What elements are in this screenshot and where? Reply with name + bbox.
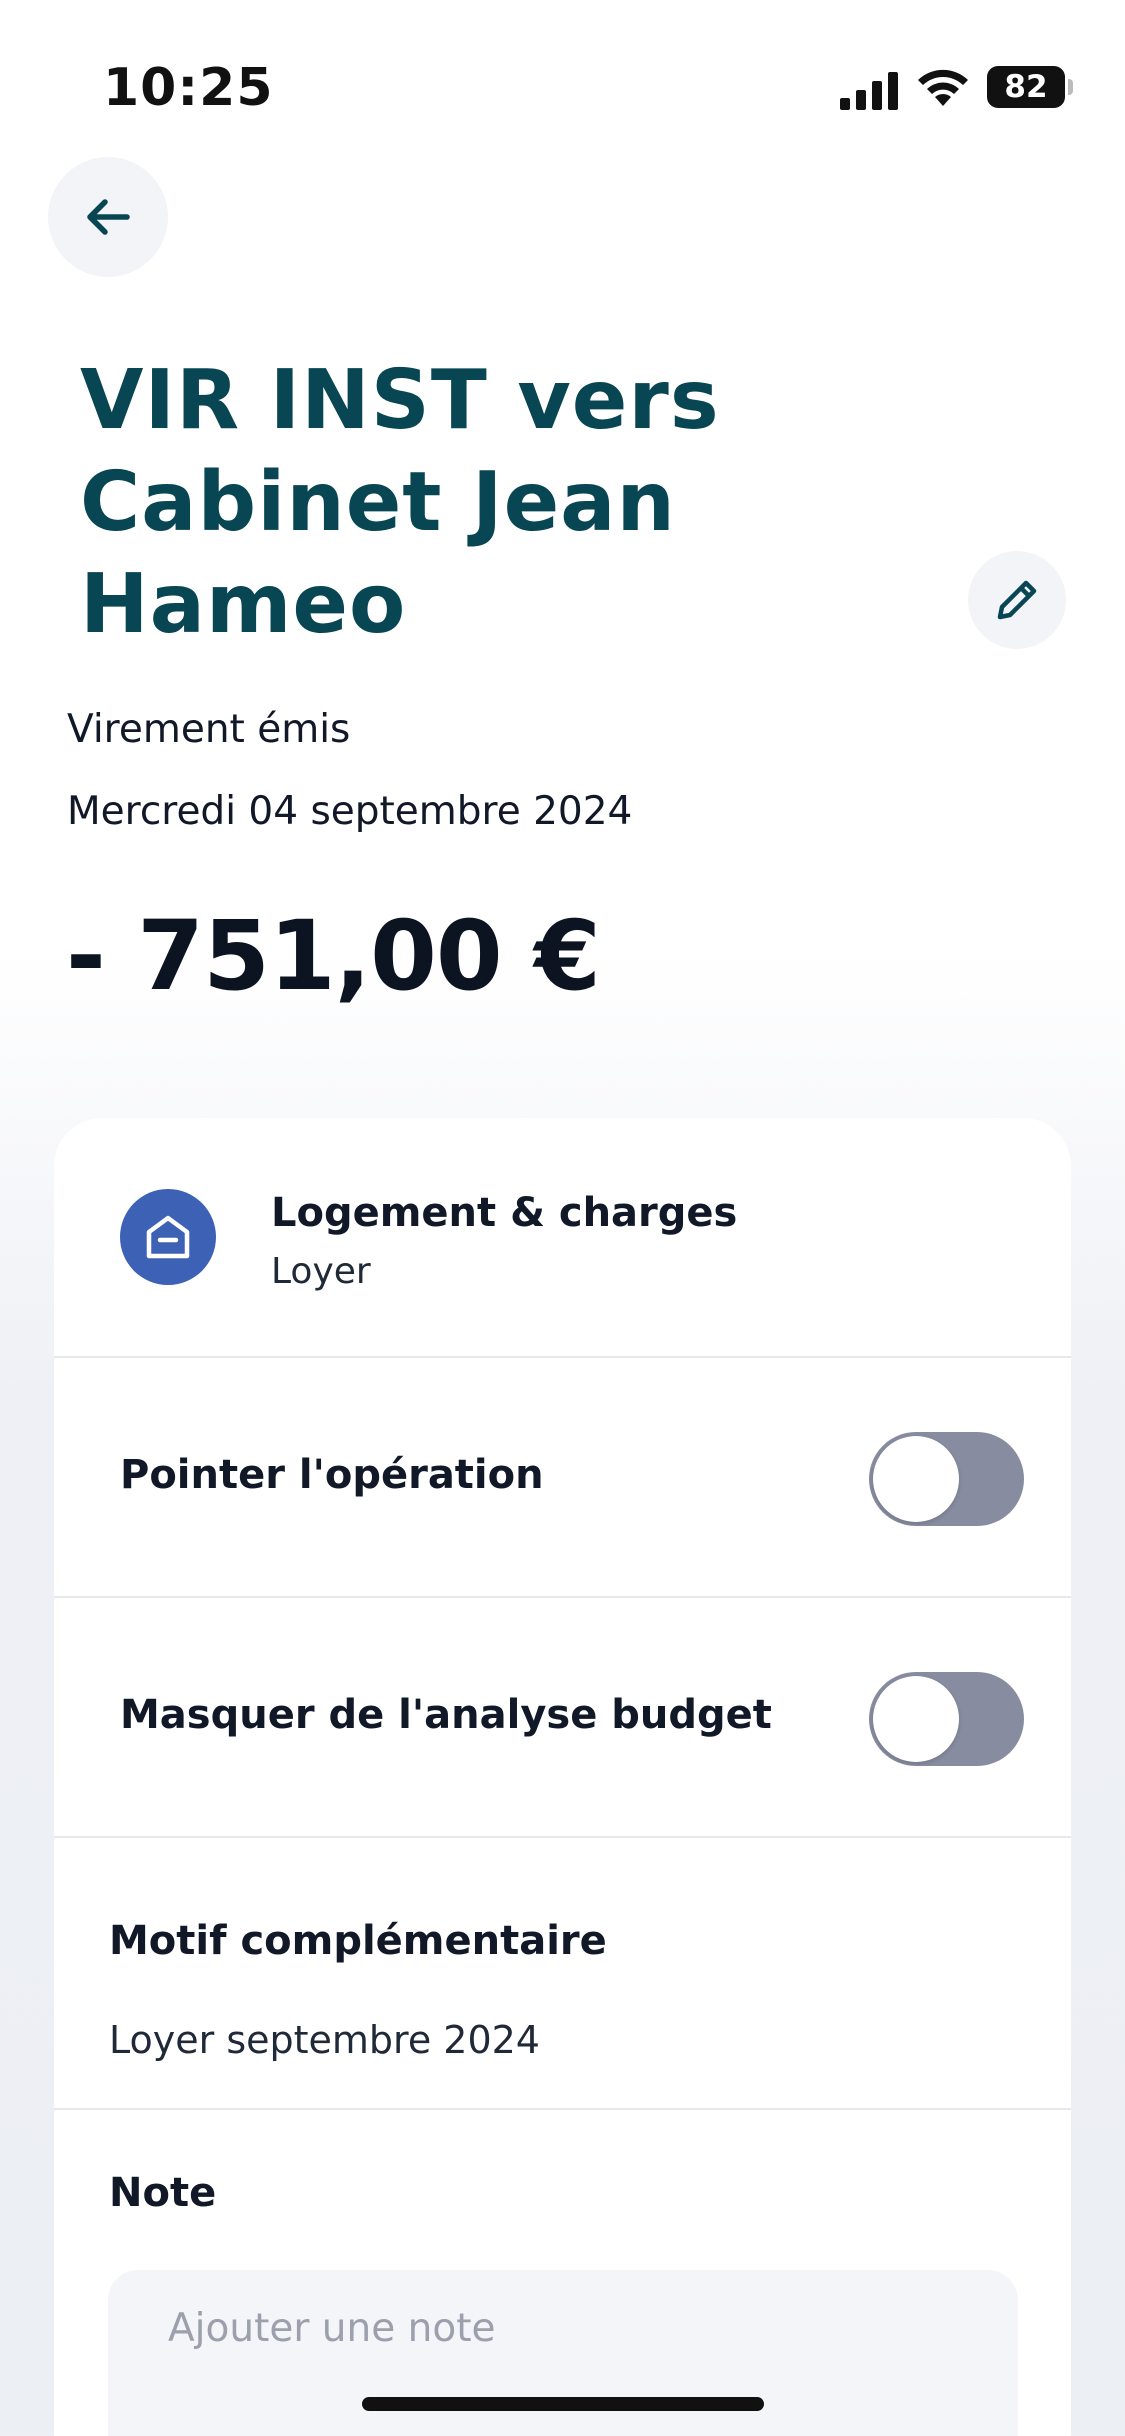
edit-button[interactable] <box>968 551 1066 649</box>
cellular-signal-icon <box>840 72 898 110</box>
note-input[interactable] <box>108 2270 1018 2436</box>
back-button[interactable] <box>48 157 168 277</box>
transaction-date: Mercredi 04 septembre 2024 <box>67 789 633 834</box>
pointer-operation-toggle[interactable] <box>869 1432 1024 1526</box>
toggle-knob <box>873 1676 959 1762</box>
house-icon <box>120 1189 216 1285</box>
page-title: VIR INST vers Cabinet Jean Hameo <box>80 353 720 652</box>
status-bar: 10:25 82 <box>0 0 1125 150</box>
pointer-operation-row: Pointer l'opération <box>54 1358 1071 1598</box>
pencil-icon <box>997 580 1037 620</box>
pointer-operation-label: Pointer l'opération <box>120 1452 544 1498</box>
wifi-icon <box>918 69 968 106</box>
transaction-type: Virement émis <box>67 707 351 752</box>
arrow-left-icon <box>87 199 130 235</box>
hide-budget-row: Masquer de l'analyse budget <box>54 1598 1071 1838</box>
hide-budget-toggle[interactable] <box>869 1672 1024 1766</box>
battery-indicator: 82 <box>987 66 1073 108</box>
category-row[interactable]: Logement & charges Loyer <box>54 1118 1071 1358</box>
toggle-knob <box>873 1436 959 1522</box>
category-title: Logement & charges <box>271 1190 738 1236</box>
motif-value: Loyer septembre 2024 <box>109 2018 540 2062</box>
motif-title: Motif complémentaire <box>109 1918 607 1964</box>
category-subtitle: Loyer <box>271 1251 371 1292</box>
home-indicator[interactable] <box>362 2397 764 2411</box>
status-time: 10:25 <box>103 58 274 118</box>
details-card: Logement & charges Loyer Pointer l'opéra… <box>54 1118 1071 2436</box>
note-title: Note <box>109 2170 217 2216</box>
hide-budget-label: Masquer de l'analyse budget <box>120 1692 772 1738</box>
transaction-amount: - 751,00 € <box>66 900 601 1012</box>
motif-row[interactable]: Motif complémentaire Loyer septembre 202… <box>54 1838 1071 2110</box>
